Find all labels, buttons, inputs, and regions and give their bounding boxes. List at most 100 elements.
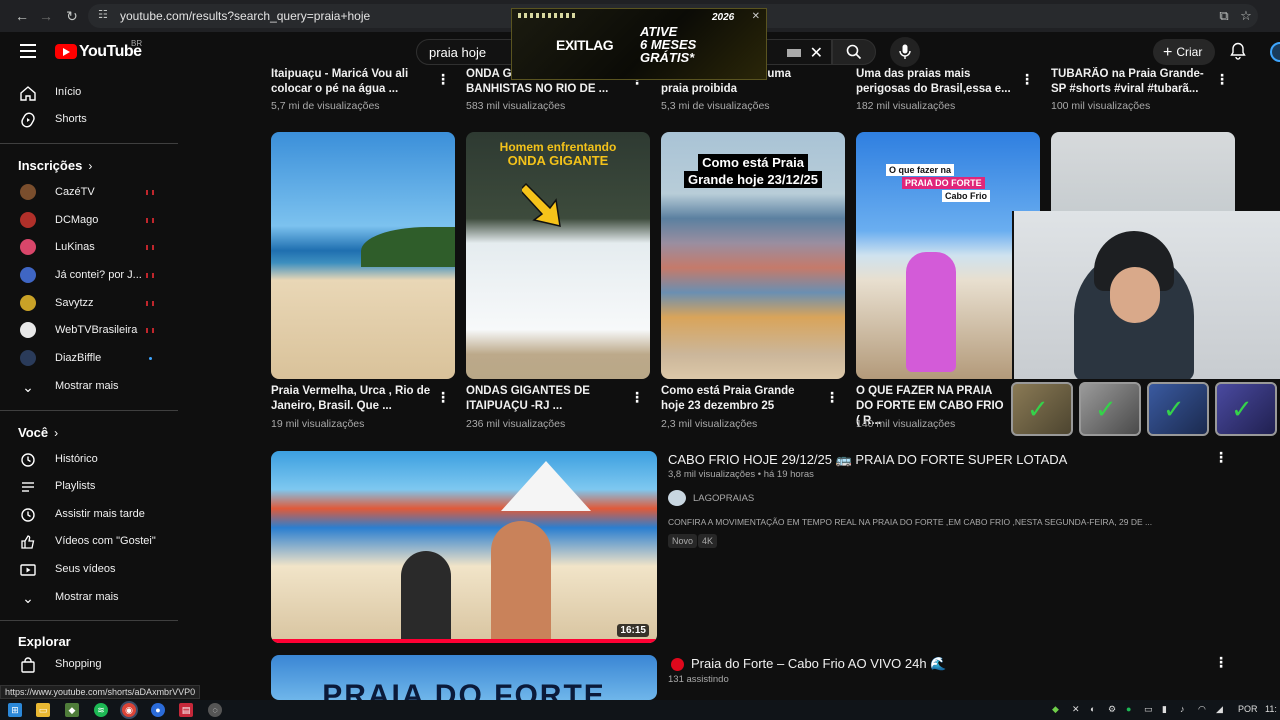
sidebar-item-cazetv[interactable]: CazéTV [0, 180, 178, 206]
sidebar-item-home[interactable]: Início [0, 80, 178, 106]
subscriptions-heading[interactable]: Inscrições › [18, 158, 92, 173]
more-options-icon[interactable]: ⋮ [1215, 72, 1229, 86]
short-title[interactable]: Praia Vermelha, Urca , Rio de Janeiro, B… [271, 384, 431, 414]
sidebar-item-webtvbrasileira[interactable]: WebTVBrasileira [0, 318, 178, 344]
tray-icon[interactable]: ◐ [1090, 704, 1095, 714]
tray-icon[interactable]: ⚙ [1108, 704, 1116, 715]
video-thumbnail[interactable]: 16:15 [271, 451, 657, 643]
keyboard-icon[interactable] [787, 49, 801, 57]
short-thumbnail[interactable] [271, 132, 455, 379]
sidebar-item-liked-videos[interactable]: Vídeos com "Gostei" [0, 529, 178, 555]
search-query[interactable]: praia hoje [429, 45, 486, 60]
more-options-icon[interactable]: ⋮ [436, 390, 450, 404]
tray-icon[interactable]: ◆ [1052, 704, 1059, 715]
sidebar-item-diazbiffle[interactable]: DiazBiffle [0, 346, 178, 372]
like-icon [21, 535, 35, 549]
short-title[interactable]: Como está Praia Grande hoje 23 dezembro … [661, 384, 821, 414]
sidebar-show-more-subscriptions[interactable]: ⌄ Mostrar mais [0, 374, 178, 400]
live-indicator-icon [146, 190, 154, 195]
video-title[interactable]: Praia do Forte – Cabo Frio AO VIVO 24h 🌊 [691, 656, 946, 672]
sidebar-item-history[interactable]: Histórico [0, 447, 178, 473]
sidebar-item-label: Shorts [55, 113, 87, 125]
bookmark-star-icon[interactable]: ☆ [1238, 8, 1254, 24]
create-button[interactable]: + Criar [1153, 39, 1215, 65]
more-options-icon[interactable]: ⋮ [630, 390, 644, 404]
video-title[interactable]: CABO FRIO HOJE 29/12/25 🚌 PRAIA DO FORTE… [668, 452, 1067, 468]
forward-arrow-icon[interactable]: → [36, 6, 56, 26]
app-icon[interactable]: ● [151, 703, 165, 717]
input-language[interactable]: POR [1238, 704, 1258, 714]
more-options-icon[interactable]: ⋮ [825, 390, 839, 404]
short-title[interactable]: ONDAS GIGANTES DE ITAIPUAÇU -RJ ... [466, 384, 626, 414]
channel-avatar[interactable] [668, 490, 686, 506]
more-options-icon[interactable]: ⋮ [1214, 450, 1228, 464]
video-title[interactable]: Itaipuaçu - Maricá Vou ali colocar o pé n… [271, 67, 441, 97]
title-line: SP #shorts #viral #tubarã... [1051, 83, 1199, 95]
clear-search-icon[interactable]: ✕ [810, 43, 823, 63]
sidebar-show-more-you[interactable]: ⌄ Mostrar mais [0, 585, 178, 611]
network-icon[interactable]: ◠ [1198, 704, 1206, 715]
chrome-icon[interactable]: ◉ [122, 703, 136, 717]
clock[interactable]: 11: [1265, 704, 1277, 714]
playlists-icon [22, 482, 34, 492]
sidebar-item-label: Assistir mais tarde [55, 508, 145, 520]
view-count: 2,3 mil visualizações [661, 418, 758, 430]
voice-search-button[interactable] [890, 37, 920, 67]
account-avatar[interactable] [1270, 42, 1280, 62]
address-url[interactable]: youtube.com/results?search_query=praia+h… [120, 9, 370, 23]
tray-icon[interactable]: ✕ [1072, 704, 1080, 715]
search-button[interactable] [832, 39, 876, 65]
you-heading[interactable]: Você › [18, 425, 58, 440]
menu-hamburger-icon[interactable] [20, 44, 36, 58]
sidebar-item-your-videos[interactable]: Seus vídeos [0, 557, 178, 583]
thumb-hill [361, 227, 455, 267]
sidebar-item-savytzz[interactable]: Savytzz [0, 291, 178, 317]
new-content-dot-icon [149, 357, 152, 360]
sidebar-item-dcmago[interactable]: DCMago [0, 208, 178, 234]
sidebar-item-shopping[interactable]: Shopping [0, 652, 178, 678]
sidebar-item-watch-later[interactable]: Assistir mais tarde [0, 502, 178, 528]
video-title[interactable]: Uma das praias mais perigosas do Brasil,e… [856, 67, 1016, 97]
channel-avatar [20, 295, 36, 311]
short-thumbnail[interactable]: Homem enfrentando ONDA GIGANTE [466, 132, 650, 379]
view-count: 5,7 mi de visualizações [271, 100, 380, 112]
title-line: BANHISTAS NO RIO DE ... [466, 83, 609, 95]
sidebar-item-playlists[interactable]: Playlists [0, 474, 178, 500]
back-arrow-icon[interactable]: ← [12, 6, 32, 26]
sidebar-item-ja-contei[interactable]: Já contei? por J... [0, 263, 178, 289]
sidebar-item-shorts[interactable]: Shorts [0, 107, 178, 133]
thumb-caption-top: O que fazer na [886, 164, 955, 176]
app-icon[interactable]: ▤ [179, 703, 193, 717]
tray-icon[interactable]: ● [1126, 704, 1131, 714]
install-app-icon[interactable]: ⧉ [1216, 8, 1232, 24]
tray-icon[interactable]: ▭ [1144, 704, 1153, 715]
ad-close-icon[interactable]: ✕ [752, 11, 760, 22]
channel-name[interactable]: LAGOPRAIAS [693, 493, 754, 504]
volume-icon[interactable]: ♪ [1180, 704, 1185, 714]
short-thumbnail[interactable]: Como está Praia Grande hoje 23/12/25 [661, 132, 845, 379]
app-icon[interactable]: ◆ [65, 703, 79, 717]
video-title-line2[interactable]: praia proibida [661, 82, 811, 97]
windows-start-icon[interactable]: ⊞ [8, 703, 22, 717]
more-options-icon[interactable]: ⋮ [1214, 655, 1228, 669]
view-count: 100 mil visualizações [1051, 100, 1151, 112]
achievement-badge: ✓ [1011, 382, 1073, 436]
sidebar-item-label: Playlists [55, 480, 96, 492]
spotify-icon[interactable]: ≋ [94, 703, 108, 717]
thumb-caption: PRAIA DO FORTE [322, 679, 606, 700]
file-explorer-icon[interactable]: ▭ [36, 703, 50, 717]
sidebar-item-lukinas[interactable]: LuKinas [0, 235, 178, 261]
site-info-icon[interactable]: ☷ [98, 8, 112, 22]
video-title[interactable]: TUBARÃO na Praia Grande- SP #shorts #vira… [1051, 67, 1211, 97]
reload-icon[interactable]: ↻ [62, 6, 82, 26]
exitlag-ad-banner[interactable]: EXITLAG ATIVE 6 MESES GRÁTIS* 2026 ✕ [511, 8, 767, 80]
notifications-bell-icon[interactable] [1230, 42, 1246, 60]
app-icon[interactable]: ◌ [208, 703, 222, 717]
chevron-right-icon: › [54, 426, 59, 440]
more-options-icon[interactable]: ⋮ [436, 72, 450, 86]
speaker-icon[interactable]: ◢ [1216, 704, 1223, 715]
microphone-icon[interactable]: ▮ [1162, 704, 1167, 715]
more-options-icon[interactable]: ⋮ [1020, 72, 1034, 86]
video-thumbnail[interactable]: PRAIA DO FORTE [271, 655, 657, 700]
video-meta: 131 assistindo [668, 674, 729, 685]
